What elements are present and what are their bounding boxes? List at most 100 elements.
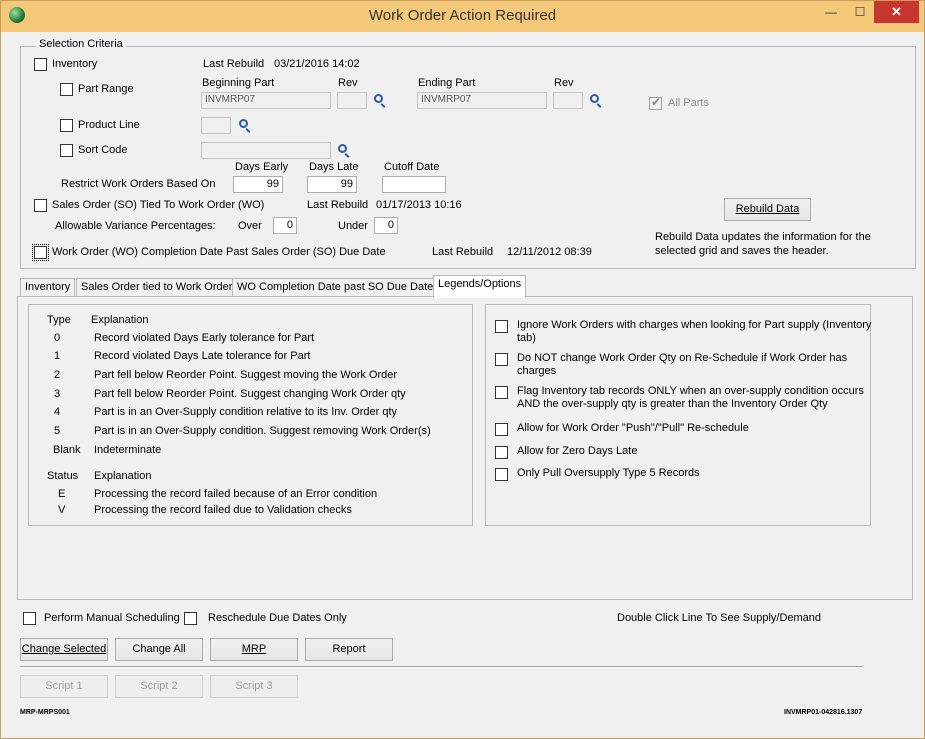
- so-last-rebuild-label: Last Rebuild: [307, 199, 369, 211]
- report-button[interactable]: Report: [305, 638, 393, 661]
- explanation-header: Explanation: [91, 314, 149, 326]
- days-late-input[interactable]: 99: [307, 176, 357, 193]
- legend-explanation: Part is in an Over-Supply condition rela…: [94, 406, 398, 418]
- sort-code-label: Sort Code: [78, 144, 128, 156]
- rebuild-info-line2: selected grid and saves the header.: [655, 245, 829, 257]
- minimize-button[interactable]: —: [817, 1, 845, 23]
- ending-rev-label: Rev: [554, 77, 574, 89]
- inventory-last-rebuild-label: Last Rebuild: [203, 58, 265, 70]
- under-input[interactable]: 0: [374, 217, 398, 234]
- tab-inventory[interactable]: Inventory: [20, 278, 76, 297]
- sort-code-search-icon[interactable]: [338, 144, 347, 153]
- beginning-part-label: Beginning Part: [202, 77, 275, 89]
- legend-type: 2: [54, 369, 61, 381]
- under-label: Under: [338, 220, 368, 232]
- beginning-part-search-icon[interactable]: [374, 94, 383, 103]
- option-checkbox[interactable]: [495, 320, 508, 333]
- variance-label: Allowable Variance Percentages:: [55, 220, 216, 232]
- script3-button[interactable]: Script 3: [210, 675, 298, 698]
- script2-button[interactable]: Script 2: [115, 675, 203, 698]
- legend-type: 3: [54, 388, 61, 400]
- double-click-hint: Double Click Line To See Supply/Demand: [617, 612, 822, 624]
- option-label: Flag Inventory tab records ONLY when an …: [517, 385, 864, 397]
- beginning-rev-input[interactable]: [337, 92, 367, 109]
- ending-part-label: Ending Part: [418, 77, 476, 89]
- cutoff-date-label: Cutoff Date: [384, 161, 440, 173]
- option-label: Allow for Zero Days Late: [517, 445, 638, 457]
- part-range-checkbox[interactable]: [60, 83, 73, 96]
- tab-wo-completion[interactable]: WO Completion Date past SO Due Date: [232, 278, 439, 297]
- beginning-rev-label: Rev: [338, 77, 358, 89]
- option-label: Ignore Work Orders with charges when loo…: [517, 319, 872, 331]
- legend-type: 0: [54, 332, 61, 344]
- option-label-continued: tab): [517, 332, 536, 344]
- option-label: Only Pull Oversupply Type 5 Records: [517, 467, 700, 479]
- check-icon: ✔: [651, 95, 662, 109]
- status-explanation-header: Explanation: [94, 470, 152, 482]
- wo-completion-label: Work Order (WO) Completion Date Past Sal…: [52, 246, 386, 258]
- rebuild-data-label: Rebuild Data: [735, 203, 800, 215]
- product-line-input[interactable]: [201, 117, 231, 134]
- rebuild-data-button[interactable]: Rebuild Data: [724, 198, 811, 221]
- option-checkbox[interactable]: [495, 386, 508, 399]
- option-checkbox[interactable]: [495, 423, 508, 436]
- legend-explanation: Part is in an Over-Supply condition. Sug…: [94, 425, 431, 437]
- change-all-button[interactable]: Change All: [115, 638, 203, 661]
- form-id-left: MRP-MRPS001: [20, 709, 70, 716]
- status-explanation: Processing the record failed due to Vali…: [94, 504, 352, 516]
- option-checkbox[interactable]: [495, 468, 508, 481]
- window: Work Order Action Required — ☐ ✕ Selecti…: [0, 0, 925, 739]
- over-input[interactable]: 0: [273, 217, 297, 234]
- all-parts-label: All Parts: [668, 97, 709, 109]
- all-parts-checkbox[interactable]: ✔: [649, 95, 662, 110]
- ending-part-input[interactable]: INVMRP07: [417, 92, 547, 109]
- reschedule-checkbox[interactable]: [184, 612, 197, 625]
- beginning-part-input[interactable]: INVMRP07: [201, 92, 331, 109]
- options-box: [485, 304, 871, 526]
- change-selected-label: Change Selected: [21, 643, 107, 655]
- product-line-checkbox[interactable]: [60, 119, 73, 132]
- option-checkbox[interactable]: [495, 446, 508, 459]
- manual-scheduling-label: Perform Manual Scheduling: [44, 612, 180, 624]
- days-late-label: Days Late: [309, 161, 359, 173]
- sales-order-label: Sales Order (SO) Tied To Work Order (WO): [52, 199, 265, 211]
- status-code: E: [58, 488, 66, 500]
- legend-explanation: Record violated Days Late tolerance for …: [94, 350, 311, 362]
- product-line-search-icon[interactable]: [239, 119, 248, 128]
- legend-type: 4: [54, 406, 61, 418]
- form-id-right: INVMRP01-042816.1307: [784, 709, 863, 716]
- manual-scheduling-checkbox[interactable]: [23, 612, 36, 625]
- days-early-input[interactable]: 99: [233, 176, 283, 193]
- option-label-continued: charges: [517, 365, 557, 377]
- legend-explanation: Record violated Days Early tolerance for…: [94, 332, 315, 344]
- maximize-button[interactable]: ☐: [846, 1, 874, 23]
- status-code: V: [58, 504, 66, 516]
- wo-completion-checkbox[interactable]: [32, 244, 49, 261]
- over-label: Over: [238, 220, 262, 232]
- legend-explanation: Indeterminate: [94, 444, 162, 456]
- window-title: Work Order Action Required: [368, 7, 557, 24]
- sort-code-input[interactable]: [201, 142, 331, 159]
- tab-legends-options[interactable]: Legends/Options: [433, 275, 527, 298]
- inventory-checkbox[interactable]: [34, 58, 47, 71]
- days-early-label: Days Early: [235, 161, 289, 173]
- change-selected-button[interactable]: Change Selected: [20, 638, 108, 661]
- script1-button[interactable]: Script 1: [20, 675, 108, 698]
- mrp-button[interactable]: MRP: [210, 638, 298, 661]
- legend-type: 1: [54, 350, 61, 362]
- wo-last-rebuild-label: Last Rebuild: [432, 246, 494, 258]
- sort-code-checkbox[interactable]: [60, 144, 73, 157]
- close-button[interactable]: ✕: [874, 1, 919, 23]
- tab-sales-order[interactable]: Sales Order tied to Work Order: [76, 278, 238, 297]
- sales-order-checkbox[interactable]: [34, 199, 47, 212]
- cutoff-date-input[interactable]: [382, 176, 446, 193]
- option-checkbox[interactable]: [495, 353, 508, 366]
- title-bar: Work Order Action Required — ☐ ✕: [1, 1, 924, 32]
- so-last-rebuild-value: 01/17/2013 10:16: [376, 199, 462, 211]
- reschedule-label: Reschedule Due Dates Only: [208, 612, 347, 624]
- mrp-label: MRP: [241, 643, 267, 655]
- option-label: Allow for Work Order "Push"/"Pull" Re-sc…: [517, 422, 749, 434]
- ending-part-search-icon[interactable]: [590, 94, 599, 103]
- ending-rev-input[interactable]: [553, 92, 583, 109]
- inventory-label: Inventory: [52, 58, 98, 70]
